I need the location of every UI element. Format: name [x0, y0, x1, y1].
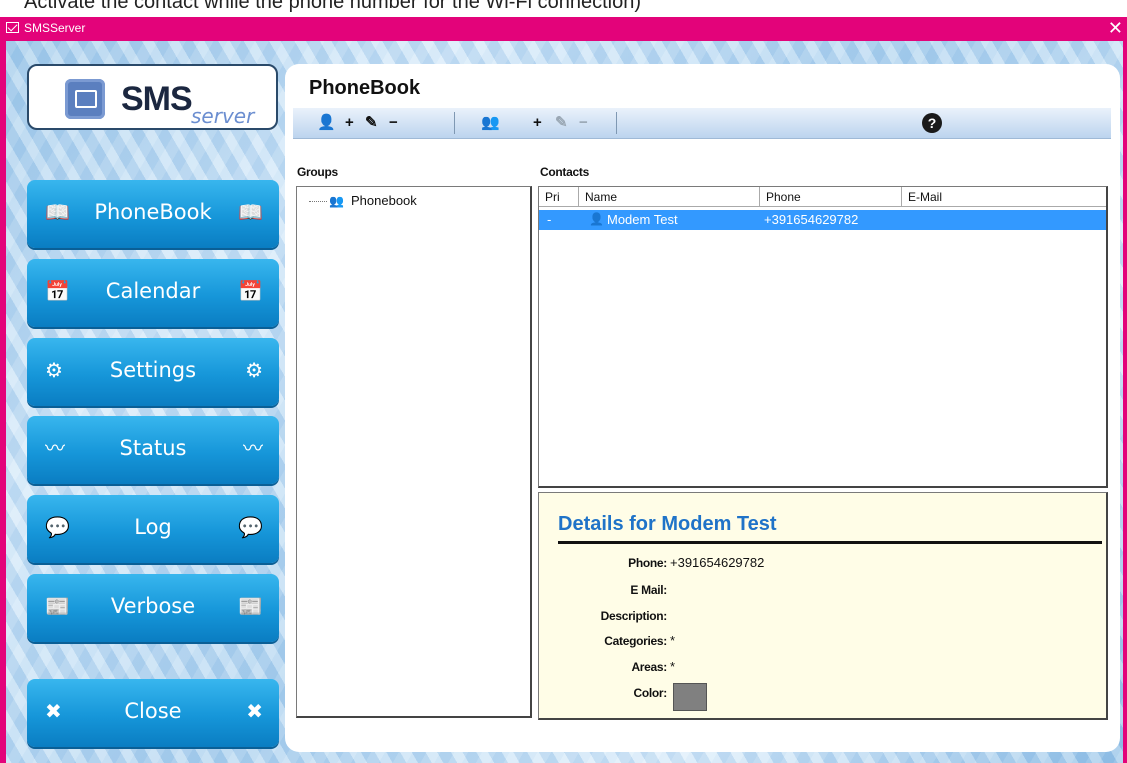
detail-key-email: E Mail:	[630, 583, 667, 597]
nav-status-button[interactable]: 〰 Status 〰	[27, 416, 279, 484]
top-strip: Activate the contact while the phone num…	[0, 0, 1127, 17]
window-title: SMSServer	[24, 21, 86, 35]
remove-group-button[interactable]: −	[579, 114, 588, 132]
table-row[interactable]: - 👤 Modem Test +391654629782	[539, 210, 1106, 230]
title-bar: SMSServer ✕	[0, 17, 1127, 41]
nav-verbose-button[interactable]: 📰 Verbose 📰	[27, 574, 279, 642]
logo-brand-sub: server	[191, 104, 255, 128]
page-title: PhoneBook	[309, 77, 421, 99]
edit-group-button[interactable]: ✎	[555, 114, 568, 132]
column-header[interactable]: Pri	[539, 187, 579, 207]
group-icon: 👥	[481, 114, 500, 131]
column-header[interactable]: E-Mail	[902, 187, 1106, 207]
groups-label: Groups	[297, 165, 338, 179]
gear-icon: ⚙	[245, 360, 263, 382]
detail-key-areas: Areas:	[631, 660, 667, 674]
help-button[interactable]: ?	[922, 113, 942, 133]
edit-contact-button[interactable]: ✎	[365, 114, 378, 132]
close-icon: ✖	[246, 701, 263, 723]
chat-icon: 💬	[238, 517, 263, 539]
app-sms-icon	[6, 22, 19, 33]
window-close-button[interactable]: ✕	[1108, 18, 1123, 38]
column-header[interactable]: Phone	[760, 187, 902, 207]
tree-item-phonebook[interactable]: Phonebook	[351, 193, 417, 208]
add-group-button[interactable]: +	[533, 114, 542, 132]
verbose-icon: 📰	[238, 596, 263, 618]
calendar-icon: 📅	[238, 281, 263, 303]
group-icon: 👥	[329, 194, 344, 208]
detail-key-categories: Categories:	[604, 634, 667, 648]
sms-envelope-icon	[65, 79, 105, 119]
nav-label: Settings	[109, 358, 197, 382]
cell-name: Modem Test	[607, 212, 678, 227]
detail-key-color: Color:	[633, 686, 667, 700]
add-contact-button[interactable]: +	[345, 114, 354, 132]
detail-value-categories: *	[670, 633, 676, 648]
top-strip-text: Activate the contact while the phone num…	[24, 0, 641, 13]
nav-close-button[interactable]: ✖ Close ✖	[27, 679, 279, 747]
nav-calendar-button[interactable]: 📅 Calendar 📅	[27, 259, 279, 327]
nav-label: Status	[119, 436, 187, 460]
detail-value-phone: +391654629782	[670, 555, 765, 570]
logo-brand-main: SMS	[121, 80, 193, 118]
contacts-label: Contacts	[540, 165, 589, 179]
cell-phone: +391654629782	[764, 212, 859, 227]
book-icon: 📖	[238, 202, 263, 224]
contact-icon: 👤	[317, 114, 336, 131]
cell-pri: -	[547, 212, 552, 227]
nav-label: Close	[124, 699, 182, 723]
detail-key-description: Description:	[600, 609, 668, 623]
app-logo: SMS server	[27, 64, 278, 130]
pulse-icon: 〰	[243, 438, 263, 460]
contacts-table[interactable]: Pri Name Phone E-Mail - 👤 Modem Test +39…	[538, 186, 1108, 488]
color-swatch	[673, 683, 707, 711]
contact-details-panel: Details for Modem Test Phone: +391654629…	[538, 492, 1108, 720]
nav-log-button[interactable]: 💬 Log 💬	[27, 495, 279, 563]
remove-contact-button[interactable]: −	[389, 114, 398, 132]
details-title: Details for Modem Test	[558, 513, 777, 535]
detail-key-phone: Phone:	[628, 556, 667, 570]
column-header[interactable]: Name	[579, 187, 760, 207]
groups-tree[interactable]: 👥 Phonebook	[296, 186, 532, 718]
phonebook-toolbar: 👤 + ✎ − 👥 + ✎ − ?	[293, 108, 1111, 139]
nav-phonebook-button[interactable]: 📖 PhoneBook 📖	[27, 180, 279, 248]
person-icon: 👤	[589, 212, 604, 226]
nav-settings-button[interactable]: ⚙ Settings ⚙	[27, 338, 279, 406]
detail-value-areas: *	[670, 659, 676, 674]
